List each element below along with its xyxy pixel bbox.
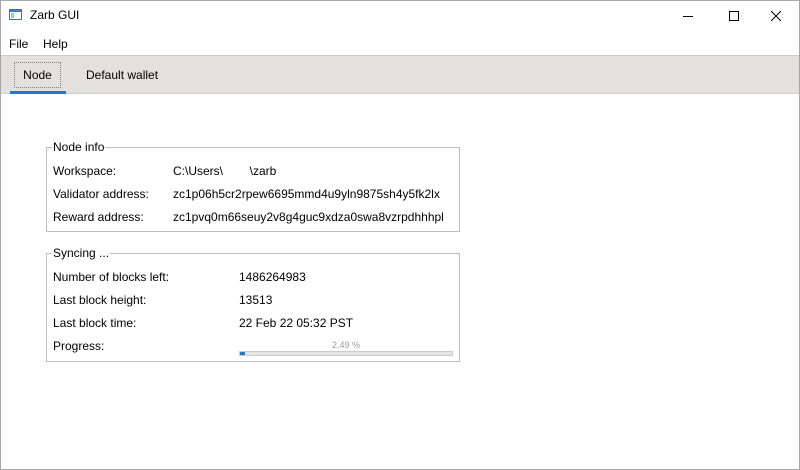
maximize-icon	[729, 10, 739, 21]
node-info-group: Node info Workspace: C:\Users\ \zarb Val…	[46, 140, 460, 232]
reward-address-label: Reward address:	[53, 210, 144, 224]
reward-address-value: zc1pvq0m66seuy2v8g4guc9xdza0swa8vzrpdhhh…	[173, 210, 444, 224]
close-icon	[771, 10, 781, 21]
app-window: Zarb GUI File Help Node Default wallet N…	[0, 0, 800, 470]
validator-address-label: Validator address:	[53, 187, 149, 201]
sync-progress-bar	[239, 351, 453, 356]
progress-label: Progress:	[53, 339, 105, 353]
tab-node[interactable]: Node	[14, 62, 61, 88]
maximize-button[interactable]	[711, 1, 757, 30]
menu-file[interactable]: File	[9, 37, 28, 51]
window-title: Zarb GUI	[30, 8, 80, 22]
close-button[interactable]	[753, 1, 799, 30]
blocks-left-value: 1486264983	[239, 270, 306, 284]
app-icon	[9, 9, 22, 20]
validator-address-value: zc1p06h5cr2rpew6695mmd4u9yln9875sh4y5fk2…	[173, 187, 440, 201]
tab-default-wallet[interactable]: Default wallet	[86, 62, 158, 88]
last-block-height-value: 13513	[239, 293, 273, 307]
last-block-time-value: 22 Feb 22 05:32 PST	[239, 316, 354, 330]
active-tab-indicator	[10, 91, 66, 94]
node-info-title: Node info	[52, 140, 106, 154]
last-block-height-label: Last block height:	[53, 293, 147, 307]
syncing-title: Syncing ...	[52, 246, 111, 260]
minimize-icon	[683, 15, 693, 17]
menu-bar: File Help	[1, 31, 799, 55]
title-bar: Zarb GUI	[1, 1, 799, 30]
sync-progress-fill	[240, 352, 246, 355]
syncing-group: Syncing ... Number of blocks left: 14862…	[46, 246, 460, 362]
menu-help[interactable]: Help	[43, 37, 68, 51]
minimize-button[interactable]	[665, 1, 711, 30]
tab-bar: Node Default wallet	[1, 55, 799, 94]
workspace-value: C:\Users\ \zarb	[173, 164, 277, 178]
progress-percent-text: 2.49 %	[331, 340, 361, 350]
workspace-label: Workspace:	[53, 164, 117, 178]
blocks-left-label: Number of blocks left:	[53, 270, 170, 284]
last-block-time-label: Last block time:	[53, 316, 137, 330]
